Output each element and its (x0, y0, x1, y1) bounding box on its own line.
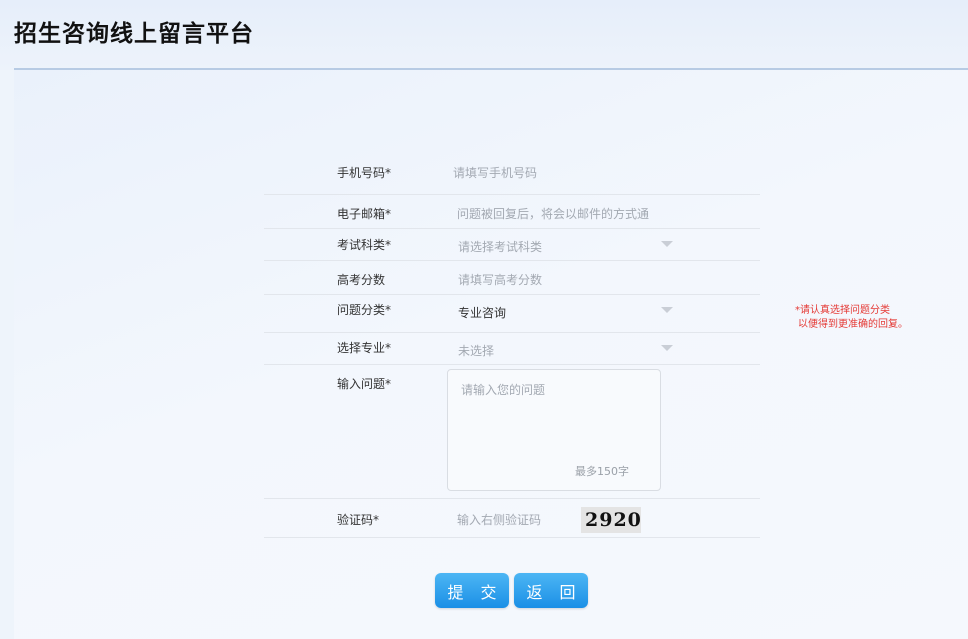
phone-input[interactable]: 请填写手机号码 (453, 164, 537, 181)
submit-button[interactable]: 提 交 (435, 573, 509, 608)
question-label: 输入问题* (337, 377, 392, 391)
chevron-down-icon[interactable] (661, 307, 673, 313)
row-divider (264, 294, 760, 295)
score-input[interactable]: 请填写高考分数 (458, 271, 542, 288)
subject-select[interactable]: 请选择考试科类 (458, 238, 542, 255)
chevron-down-icon[interactable] (661, 345, 673, 351)
row-divider (264, 364, 760, 365)
question-textarea[interactable]: 请输入您的问题 最多150字 (447, 369, 661, 491)
header: 招生咨询线上留言平台 (0, 0, 968, 70)
major-label: 选择专业* (337, 341, 392, 355)
row-divider (264, 228, 760, 229)
email-label: 电子邮箱* (337, 207, 392, 221)
email-input[interactable]: 问题被回复后，将会以邮件的方式通 (457, 205, 649, 222)
row-divider (264, 498, 760, 499)
category-select[interactable]: 专业咨询 (458, 304, 506, 321)
major-select[interactable]: 未选择 (458, 342, 494, 359)
category-note-line1: *请认真选择问题分类 (795, 305, 890, 316)
row-divider (264, 537, 760, 538)
category-note-line2: 以便得到更准确的回复。 (798, 319, 908, 330)
row-divider (264, 194, 760, 195)
chevron-down-icon[interactable] (661, 241, 673, 247)
row-divider (264, 260, 760, 261)
question-placeholder: 请输入您的问题 (461, 383, 546, 397)
page-title: 招生咨询线上留言平台 (14, 21, 254, 47)
phone-label: 手机号码* (337, 166, 392, 180)
score-label: 高考分数 (337, 273, 386, 287)
captcha-label: 验证码* (337, 513, 380, 527)
question-char-limit: 最多150字 (575, 465, 629, 478)
captcha-image[interactable]: 2920 (581, 507, 641, 533)
captcha-image-text: 2920 (585, 509, 642, 531)
captcha-input[interactable]: 输入右侧验证码 (457, 511, 541, 528)
row-divider (264, 332, 760, 333)
category-label: 问题分类* (337, 303, 392, 317)
subject-label: 考试科类* (337, 238, 392, 252)
back-button[interactable]: 返 回 (514, 573, 588, 608)
